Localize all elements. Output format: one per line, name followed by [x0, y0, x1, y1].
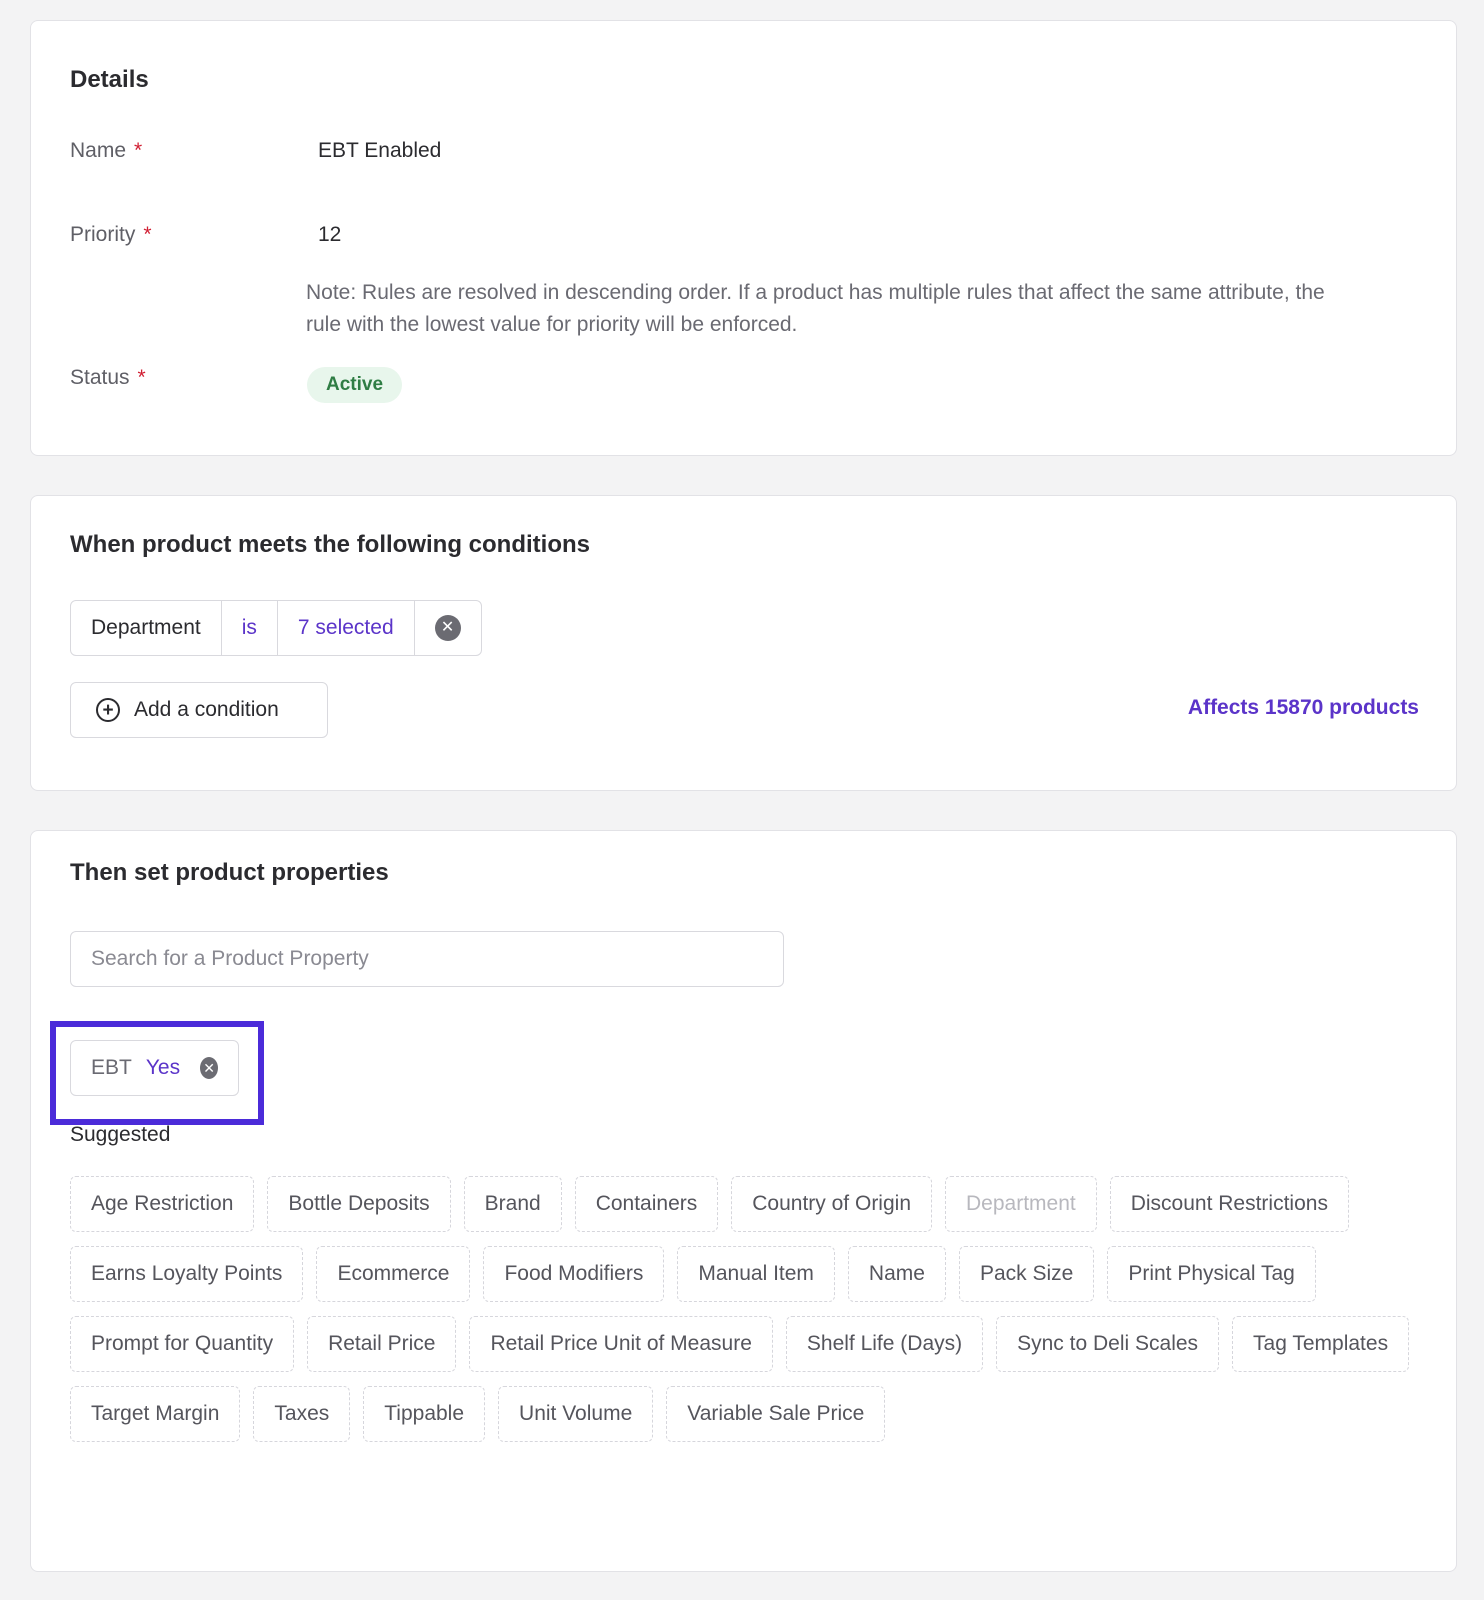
suggested-chip[interactable]: Ecommerce	[316, 1246, 471, 1302]
suggested-chip[interactable]: Prompt for Quantity	[70, 1316, 295, 1372]
suggested-chip[interactable]: Pack Size	[958, 1246, 1095, 1302]
suggested-chip[interactable]: Food Modifiers	[483, 1246, 665, 1302]
suggested-chip[interactable]: Containers	[574, 1176, 719, 1232]
suggested-chip[interactable]: Name	[847, 1246, 946, 1302]
close-icon: ✕	[434, 615, 461, 641]
suggested-chip[interactable]: Manual Item	[677, 1246, 835, 1302]
priority-value[interactable]: 12	[318, 223, 341, 247]
selected-property-chip[interactable]: EBT Yes ✕	[70, 1040, 239, 1096]
conditions-card: When product meets the following conditi…	[30, 495, 1457, 791]
property-search-input[interactable]	[70, 931, 784, 987]
suggested-chip[interactable]: Earns Loyalty Points	[70, 1246, 304, 1302]
details-title: Details	[70, 66, 149, 93]
suggested-chip[interactable]: Retail Price	[307, 1316, 457, 1372]
required-mark: *	[137, 366, 146, 389]
add-condition-button[interactable]: + Add a condition	[70, 682, 328, 738]
properties-title: Then set product properties	[70, 859, 389, 886]
suggested-chip[interactable]: Age Restriction	[70, 1176, 255, 1232]
suggested-chip[interactable]: Target Margin	[70, 1386, 241, 1442]
plus-circle-icon: +	[96, 698, 120, 722]
suggested-chip[interactable]: Tag Templates	[1232, 1316, 1410, 1372]
name-value[interactable]: EBT Enabled	[318, 139, 441, 163]
suggested-chip[interactable]: Country of Origin	[731, 1176, 932, 1232]
status-badge[interactable]: Active	[307, 367, 403, 403]
conditions-title: When product meets the following conditi…	[70, 531, 590, 558]
priority-note: Note: Rules are resolved in descending o…	[306, 281, 1325, 336]
affects-products-link[interactable]: Affects 15870 products	[1188, 696, 1419, 720]
suggested-chip[interactable]: Discount Restrictions	[1109, 1176, 1349, 1232]
suggested-chip[interactable]: Unit Volume	[498, 1386, 654, 1442]
suggested-chip[interactable]: Shelf Life (Days)	[785, 1316, 984, 1372]
suggested-chip[interactable]: Print Physical Tag	[1107, 1246, 1316, 1302]
remove-condition-button[interactable]: ✕	[415, 601, 481, 655]
properties-card: Then set product properties EBT Yes ✕ Su…	[30, 830, 1457, 1572]
priority-label: Priority *	[70, 223, 152, 247]
property-value[interactable]: Yes	[146, 1056, 180, 1080]
suggested-chip[interactable]: Variable Sale Price	[666, 1386, 886, 1442]
add-condition-label: Add a condition	[134, 698, 279, 721]
condition-value[interactable]: 7 selected	[278, 601, 415, 655]
name-label: Name *	[70, 139, 142, 163]
status-label-text: Status	[70, 366, 130, 389]
suggested-chip[interactable]: Bottle Deposits	[267, 1176, 451, 1232]
suggested-chip[interactable]: Brand	[463, 1176, 562, 1232]
details-card: Details Name * EBT Enabled Priority * 12 N…	[30, 20, 1457, 456]
condition-row: Department is 7 selected ✕	[70, 600, 482, 656]
status-label: Status *	[70, 366, 146, 390]
suggested-chip[interactable]: Retail Price Unit of Measure	[469, 1316, 773, 1372]
required-mark: *	[143, 223, 152, 246]
priority-label-text: Priority	[70, 223, 136, 246]
name-label-text: Name	[70, 139, 127, 162]
remove-property-icon[interactable]: ✕	[200, 1057, 218, 1079]
suggested-label: Suggested	[70, 1123, 171, 1146]
suggested-chip[interactable]: Taxes	[253, 1386, 351, 1442]
condition-field[interactable]: Department	[71, 601, 222, 655]
property-name: EBT	[91, 1056, 132, 1079]
suggested-chips: Age Restriction Bottle Deposits Brand Conta…	[70, 1176, 1410, 1442]
suggested-chip[interactable]: Sync to Deli Scales	[996, 1316, 1220, 1372]
suggested-chip[interactable]: Tippable	[363, 1386, 486, 1442]
suggested-chip: Department	[945, 1176, 1097, 1232]
required-mark: *	[134, 139, 143, 162]
condition-operator[interactable]: is	[222, 601, 278, 655]
